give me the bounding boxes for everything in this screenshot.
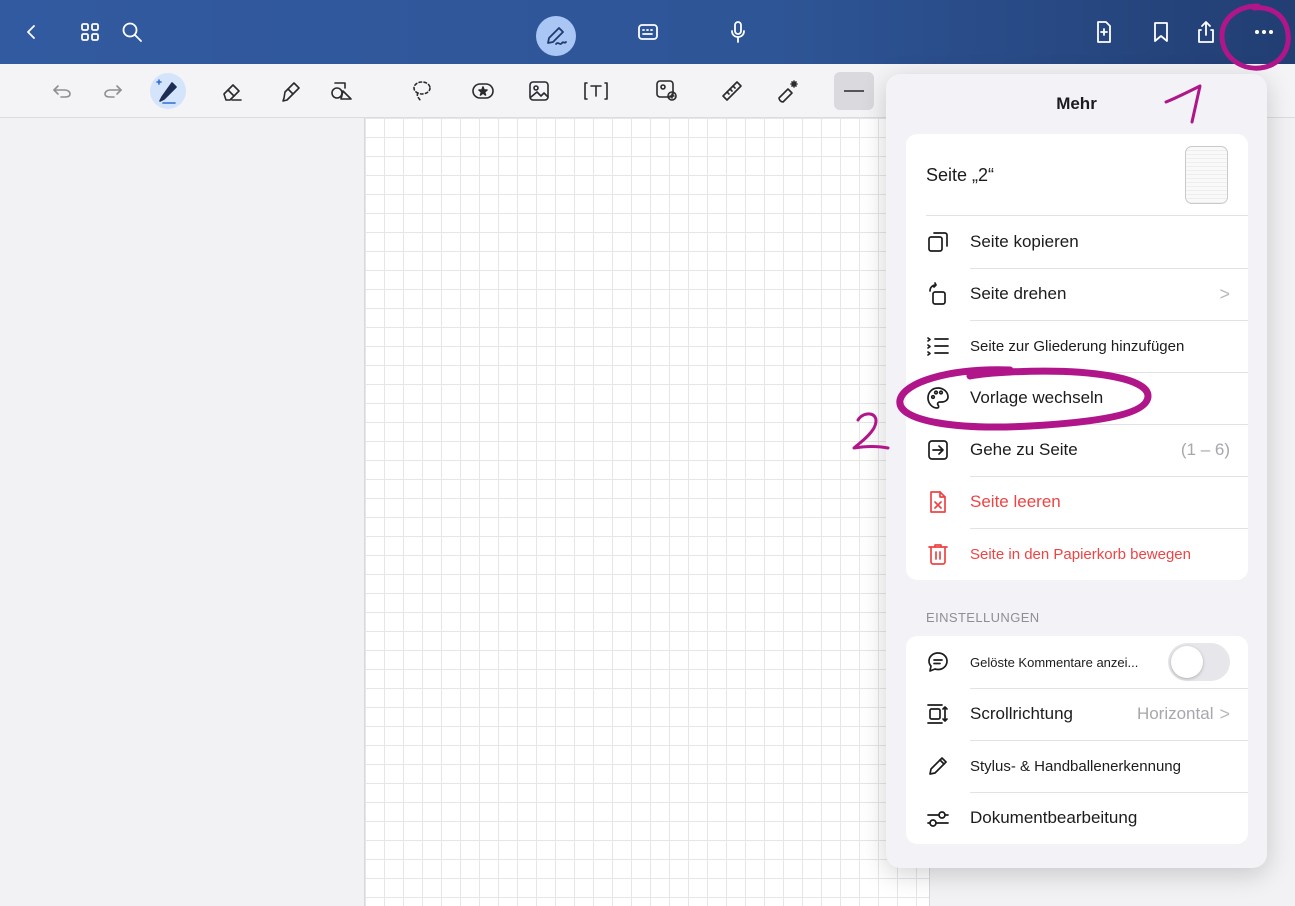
chevron-left-icon [27, 25, 35, 39]
page-thumbnail[interactable] [1185, 146, 1228, 204]
text-box-icon [584, 82, 608, 100]
clear-page-icon [926, 490, 950, 514]
redo-icon [104, 85, 122, 98]
resolved-comments-toggle[interactable] [1168, 643, 1230, 681]
comment-icon [926, 650, 950, 674]
add-to-outline-label: Seite zur Gliederung hinzufügen [970, 337, 1185, 355]
more-popover: Mehr Seite „2“ Seite kopieren Seite dreh… [886, 74, 1267, 868]
ruler-icon [722, 81, 742, 101]
share-icon [1198, 21, 1214, 43]
annotation-circle-more [1214, 2, 1294, 76]
grid-page[interactable] [364, 118, 930, 906]
stroke-width-line [844, 90, 864, 92]
undo-button[interactable] [44, 73, 80, 109]
annotation-circle-template [890, 360, 1156, 440]
scroll-direction-label: Scrollrichtung [970, 704, 1073, 723]
clear-page-label: Seite leeren [970, 492, 1061, 511]
trash-page-label: Seite in den Papierkorb bewegen [970, 545, 1191, 563]
add-page-button[interactable] [1088, 16, 1120, 48]
sticker-icon [472, 83, 494, 99]
sticker-tool[interactable] [465, 73, 501, 109]
page-name-row: Seite „2“ [906, 134, 1248, 216]
highlighter-tool[interactable] [273, 73, 309, 109]
lasso-tool[interactable] [404, 73, 440, 109]
settings-group: Gelöste Kommentare anzei... Scrollrichtu… [906, 636, 1248, 844]
rotate-page-label: Seite drehen [970, 284, 1067, 303]
eraser-tool[interactable] [214, 73, 250, 109]
pen-icon [156, 79, 177, 104]
trash-page-row[interactable]: Seite in den Papierkorb bewegen [906, 528, 1248, 580]
microphone-icon [731, 21, 745, 43]
rotate-page-chevron: > [1219, 283, 1230, 304]
go-to-page-icon [926, 438, 950, 462]
handwriting-pen-icon [547, 27, 567, 45]
camera-icon [656, 80, 677, 101]
scroll-direction-chevron: > [1219, 703, 1230, 724]
handwriting-mode-button[interactable] [536, 16, 576, 56]
camera-tool[interactable] [649, 73, 685, 109]
page-range: (1 – 6) [1180, 440, 1230, 459]
copy-page-label: Seite kopieren [970, 232, 1079, 251]
resolved-comments-label: Gelöste Kommentare anzei... [970, 654, 1139, 670]
redo-button[interactable] [95, 73, 131, 109]
undo-icon [53, 85, 71, 98]
voice-recording-button[interactable] [722, 16, 754, 48]
page-name: Seite „2“ [926, 164, 995, 185]
outline-icon [926, 334, 950, 358]
lasso-icon [413, 81, 431, 101]
annotation-number-1: 1 [1158, 78, 1218, 126]
image-tool[interactable] [521, 73, 557, 109]
image-icon [529, 81, 549, 101]
bookmark-button[interactable] [1145, 16, 1177, 48]
laser-pointer-tool[interactable] [770, 73, 806, 109]
trash-icon [926, 542, 950, 566]
rotate-page-row[interactable]: Seite drehen > [906, 268, 1248, 320]
highlighter-icon [282, 82, 300, 102]
stylus-palm-row[interactable]: Stylus- & Handballenerkennung [906, 740, 1248, 792]
copy-page-row[interactable]: Seite kopieren [906, 216, 1248, 268]
scroll-direction-icon [926, 702, 950, 726]
annotation-number-2: 2 [846, 406, 894, 454]
resolved-comments-row: Gelöste Kommentare anzei... [906, 636, 1248, 688]
document-editing-label: Dokumentbearbeitung [970, 808, 1138, 827]
grid-view-button[interactable] [74, 16, 106, 48]
keyboard-icon [638, 24, 658, 40]
search-icon [122, 22, 142, 42]
toggle-knob [1171, 646, 1203, 678]
shapes-tool[interactable] [324, 73, 360, 109]
stroke-width-swatch[interactable] [834, 72, 874, 110]
document-editing-row[interactable]: Dokumentbearbeitung [906, 792, 1248, 844]
stylus-icon [926, 754, 950, 778]
back-button[interactable] [16, 16, 48, 48]
shapes-icon [331, 82, 352, 100]
settings-section-title: EINSTELLUNGEN [926, 610, 1040, 625]
stylus-palm-label: Stylus- & Handballenerkennung [970, 757, 1181, 775]
keyboard-mode-button[interactable] [632, 16, 664, 48]
laser-pointer-icon [778, 80, 798, 103]
top-navigation-bar [0, 0, 1295, 64]
rotate-icon [926, 282, 950, 306]
scroll-direction-row[interactable]: Scrollrichtung Horizontal > [906, 688, 1248, 740]
scroll-direction-value: Horizontal [1136, 704, 1214, 723]
go-to-page-label: Gehe zu Seite [970, 440, 1078, 459]
document-settings-icon [926, 806, 950, 830]
add-page-icon [1097, 21, 1111, 43]
pen-tool[interactable] [150, 73, 186, 109]
search-button[interactable] [116, 16, 148, 48]
eraser-icon [223, 84, 242, 101]
text-box-tool[interactable] [578, 73, 614, 109]
page-actions-group: Seite „2“ Seite kopieren Seite drehen > … [906, 134, 1248, 580]
bookmark-icon [1154, 22, 1168, 42]
ruler-tool[interactable] [714, 73, 750, 109]
clear-page-row[interactable]: Seite leeren [906, 476, 1248, 528]
grid-icon [81, 23, 99, 41]
copy-icon [926, 230, 950, 254]
